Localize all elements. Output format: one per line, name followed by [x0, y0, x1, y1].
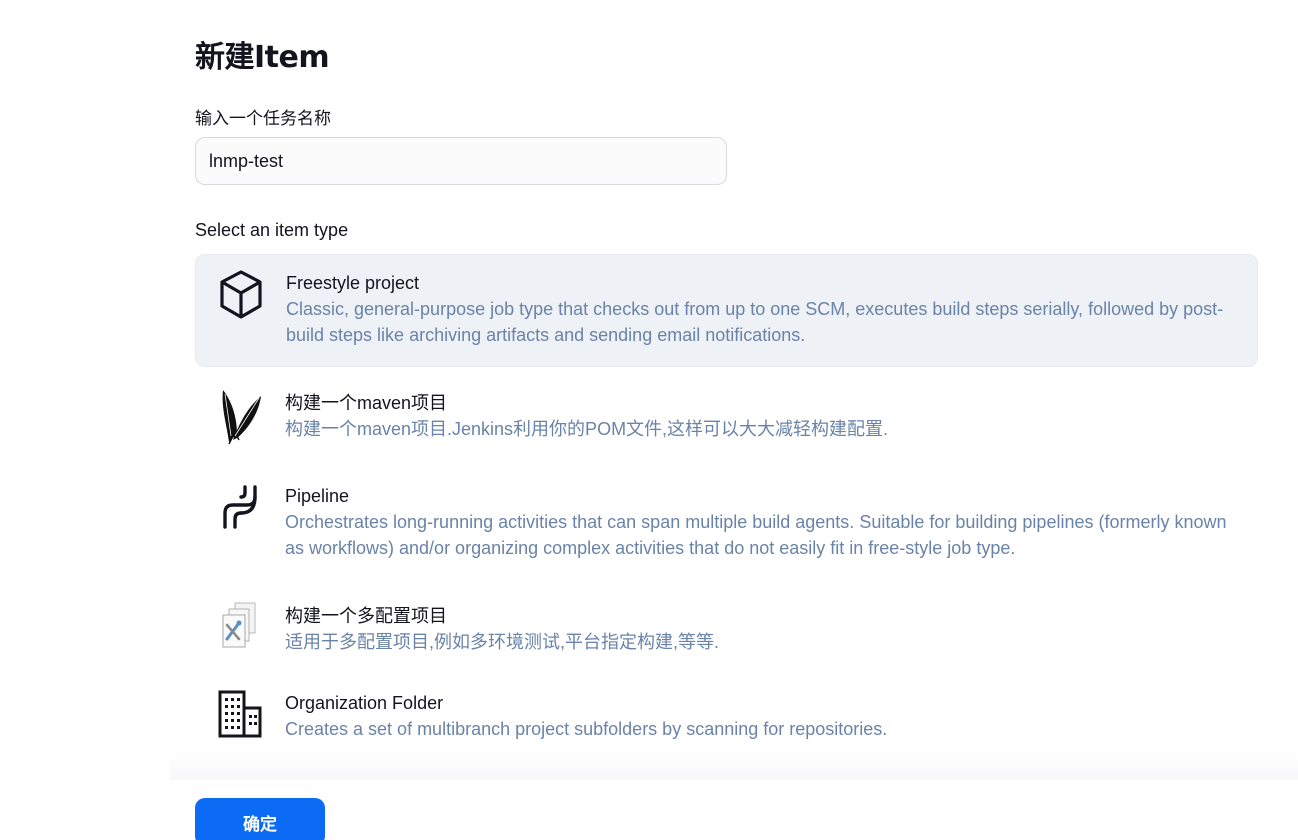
item-description: Classic, general-purpose job type that c… [286, 299, 1224, 345]
item-description: Creates a set of multibranch project sub… [285, 719, 888, 739]
pipeline-icon [215, 483, 265, 541]
item-name: Pipeline [285, 486, 350, 506]
item-type-organization-folder[interactable]: Organization Folder Creates a set of mul… [195, 680, 1258, 752]
maven-feather-icon [215, 386, 265, 445]
item-description: 适用于多配置项目,例如多环境测试,平台指定构建,等等. [285, 632, 720, 652]
new-item-page: 新建Item 输入一个任务名称 Select an item type Free… [0, 0, 1298, 840]
item-name: Freestyle project [286, 273, 420, 293]
multi-config-icon [215, 601, 265, 659]
building-icon [215, 690, 265, 748]
item-name: Organization Folder [285, 693, 444, 713]
item-name-input[interactable] [195, 137, 727, 185]
item-type-pipeline[interactable]: Pipeline Orchestrates long-running activ… [195, 473, 1258, 573]
item-type-maven[interactable]: 构建一个maven项目 构建一个maven项目.Jenkins利用你的POM文件… [195, 380, 1258, 450]
item-name-label: 输入一个任务名称 [195, 109, 331, 128]
item-description: Orchestrates long-running activities tha… [285, 512, 1227, 558]
cube-icon [216, 269, 266, 327]
item-name: 构建一个maven项目 [285, 393, 448, 413]
item-type-multi-config[interactable]: 构建一个多配置项目 适用于多配置项目,例如多环境测试,平台指定构建,等等. [195, 593, 1258, 665]
item-type-label: Select an item type [195, 220, 349, 240]
item-name: 构建一个多配置项目 [285, 606, 447, 626]
item-description: 构建一个maven项目.Jenkins利用你的POM文件,这样可以大大减轻构建配… [285, 419, 889, 439]
ok-button[interactable]: 确定 [195, 798, 325, 840]
page-title: 新建Item [195, 40, 330, 75]
item-type-freestyle[interactable]: Freestyle project Classic, general-purpo… [195, 254, 1258, 367]
